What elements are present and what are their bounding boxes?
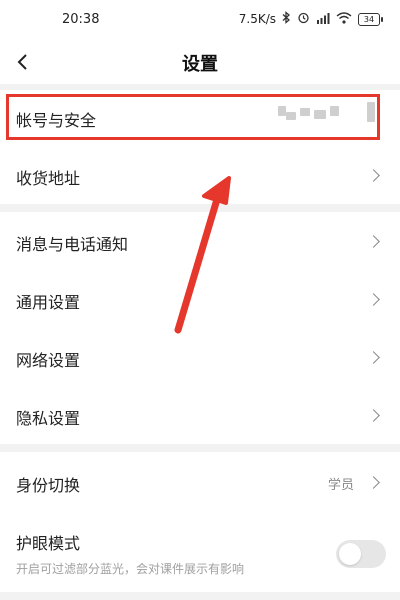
toggle-knob (339, 543, 361, 565)
network-settings-label: 网络设置 (16, 351, 81, 370)
status-icons: 7.5K/s 34 (238, 11, 383, 27)
eye-mode-label: 护眼模式 (16, 534, 81, 553)
chevron-right-icon (367, 169, 380, 182)
chevron-right-icon (367, 293, 380, 306)
notifications-row[interactable]: 消息与电话通知 (0, 212, 400, 270)
privacy-settings-label: 隐私设置 (16, 409, 81, 428)
eye-mode-toggle[interactable] (336, 540, 386, 568)
identity-switch-label: 身份切换 (16, 476, 81, 495)
status-time: 20:38 (62, 12, 100, 27)
account-security-row[interactable]: 帐号与安全 (0, 90, 400, 148)
nav-bar: 设置 (0, 40, 400, 84)
chevron-right-icon (367, 476, 380, 489)
identity-value: 学员 (327, 478, 354, 493)
chevron-right-icon (367, 351, 380, 364)
general-settings-label: 通用设置 (16, 293, 81, 312)
shipping-address-label: 收货地址 (16, 169, 81, 188)
page-title: 设置 (182, 54, 218, 75)
account-security-label: 帐号与安全 (16, 111, 97, 130)
eye-mode-description: 开启可过滤部分蓝光，会对课件展示有影响 (16, 562, 245, 576)
network-settings-row[interactable]: 网络设置 (0, 328, 400, 386)
privacy-settings-row[interactable]: 隐私设置 (0, 386, 400, 444)
chevron-right-icon (367, 235, 380, 248)
chevron-right-icon (367, 409, 380, 422)
network-speed: 7.5K/s (238, 12, 276, 26)
shipping-address-row[interactable]: 收货地址 (0, 148, 400, 204)
battery-icon: 34 (358, 12, 383, 26)
signal-icon (316, 12, 330, 27)
identity-switch-row[interactable]: 身份切换 学员 (0, 452, 400, 512)
general-settings-row[interactable]: 通用设置 (0, 270, 400, 328)
status-bar: 20:38 7.5K/s 34 (0, 0, 400, 40)
alarm-icon (297, 11, 310, 27)
notifications-label: 消息与电话通知 (16, 235, 129, 254)
wifi-icon (336, 11, 352, 27)
bluetooth-icon (282, 11, 291, 27)
